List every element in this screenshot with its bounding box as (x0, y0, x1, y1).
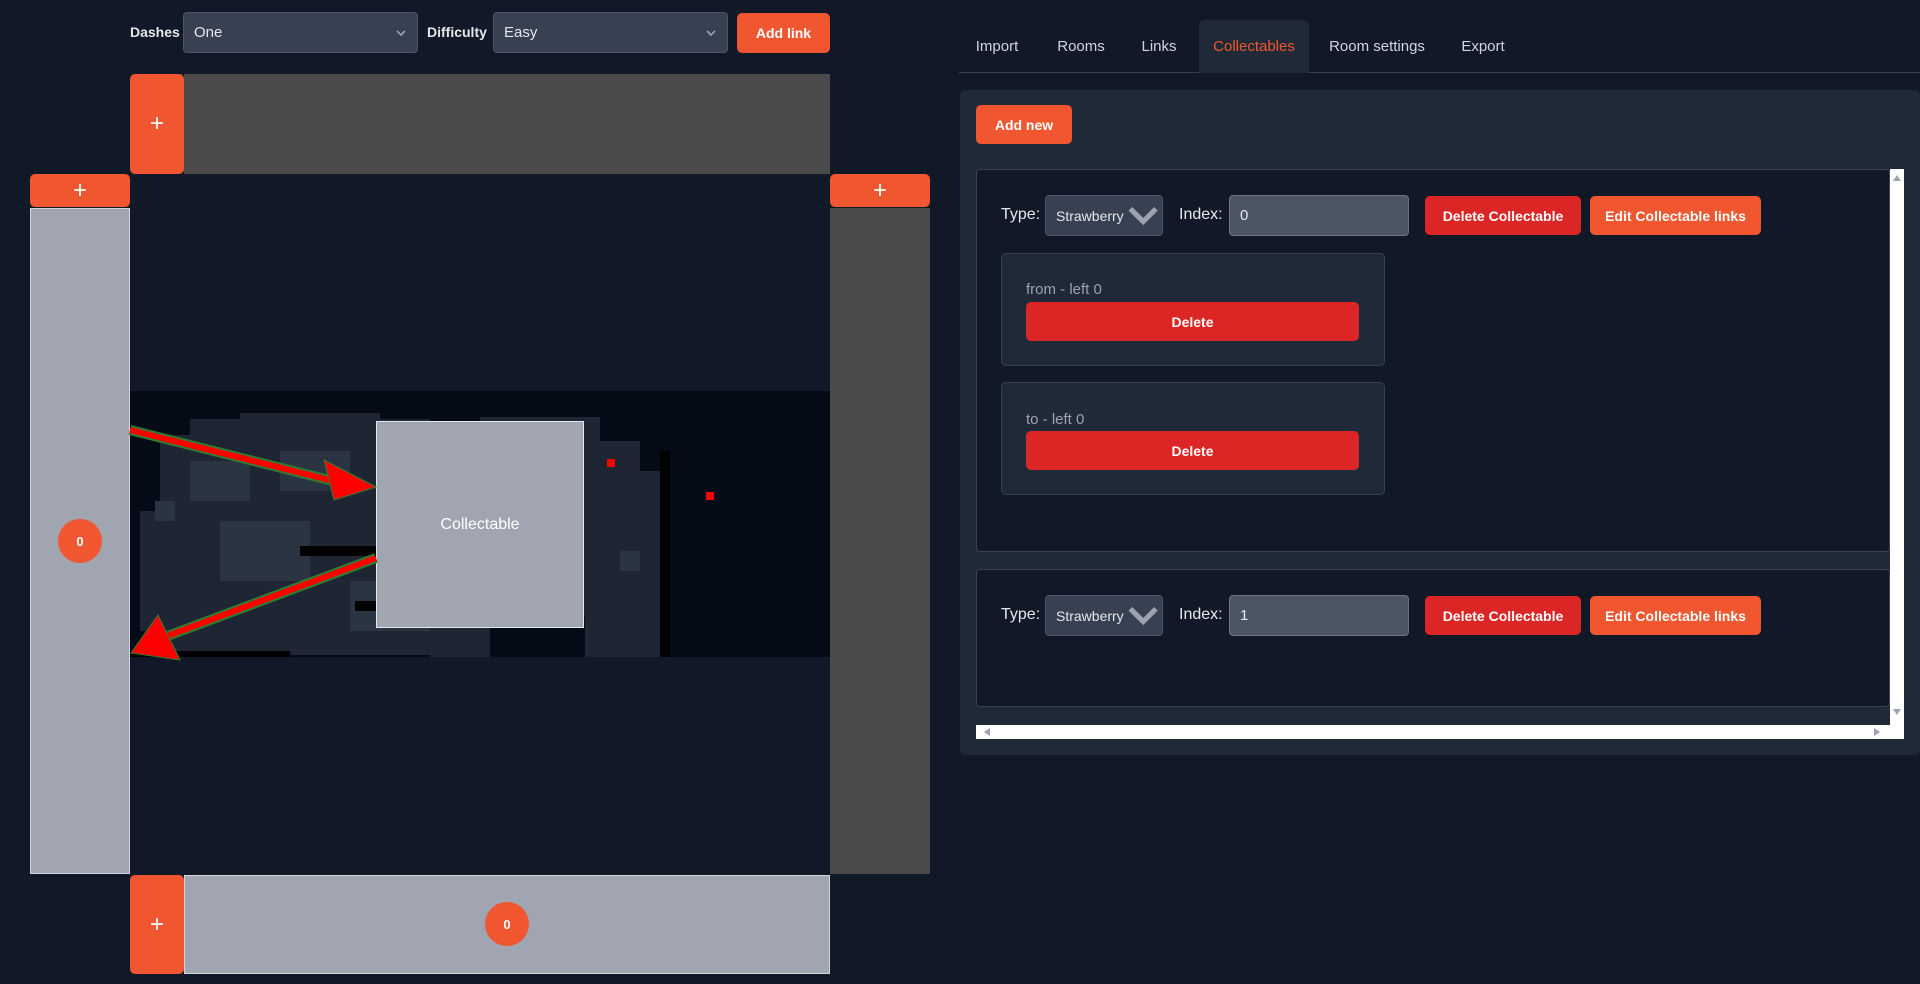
edit-collectable-links-button[interactable]: Edit Collectable links (1590, 596, 1761, 635)
link-to-text: to - left 0 (1026, 411, 1085, 428)
tab-import[interactable]: Import (959, 20, 1035, 73)
type-label: Type: (1001, 206, 1041, 223)
type-value: Strawberry (1056, 207, 1124, 224)
chevron-down-icon (1128, 207, 1158, 226)
horizontal-scrollbar[interactable] (976, 725, 1890, 739)
scroll-left-icon[interactable] (984, 728, 990, 736)
vertical-scrollbar[interactable] (1890, 169, 1904, 725)
type-select[interactable]: Strawberry (1045, 595, 1163, 636)
index-label: Index: (1179, 206, 1223, 223)
type-select[interactable]: Strawberry (1045, 195, 1163, 236)
tab-room-settings[interactable]: Room settings (1319, 20, 1435, 73)
tab-links[interactable]: Links (1127, 20, 1191, 73)
index-input[interactable]: 1 (1229, 595, 1409, 636)
arrow-from-left (128, 425, 378, 501)
tab-collectables[interactable]: Collectables (1199, 20, 1309, 73)
link-from-text: from - left 0 (1026, 281, 1102, 298)
type-value: Strawberry (1056, 607, 1124, 624)
tab-rooms[interactable]: Rooms (1045, 20, 1117, 73)
edit-collectable-links-button[interactable]: Edit Collectable links (1590, 196, 1761, 235)
arrow-to-left (130, 553, 378, 661)
delete-collectable-button[interactable]: Delete Collectable (1425, 596, 1581, 635)
chevron-down-icon (1128, 607, 1158, 626)
tab-export[interactable]: Export (1451, 20, 1515, 73)
link-arrows (128, 425, 378, 661)
index-input[interactable]: 0 (1229, 195, 1409, 236)
delete-link-button[interactable]: Delete (1026, 302, 1359, 341)
scroll-right-icon[interactable] (1874, 728, 1880, 736)
scroll-up-icon[interactable] (1893, 175, 1901, 181)
collectable-card (976, 569, 1890, 707)
add-new-collectable-button[interactable]: Add new (976, 105, 1072, 144)
delete-link-button[interactable]: Delete (1026, 431, 1359, 470)
index-label: Index: (1179, 606, 1223, 623)
scroll-down-icon[interactable] (1893, 709, 1901, 715)
delete-collectable-button[interactable]: Delete Collectable (1425, 196, 1581, 235)
type-label: Type: (1001, 606, 1041, 623)
